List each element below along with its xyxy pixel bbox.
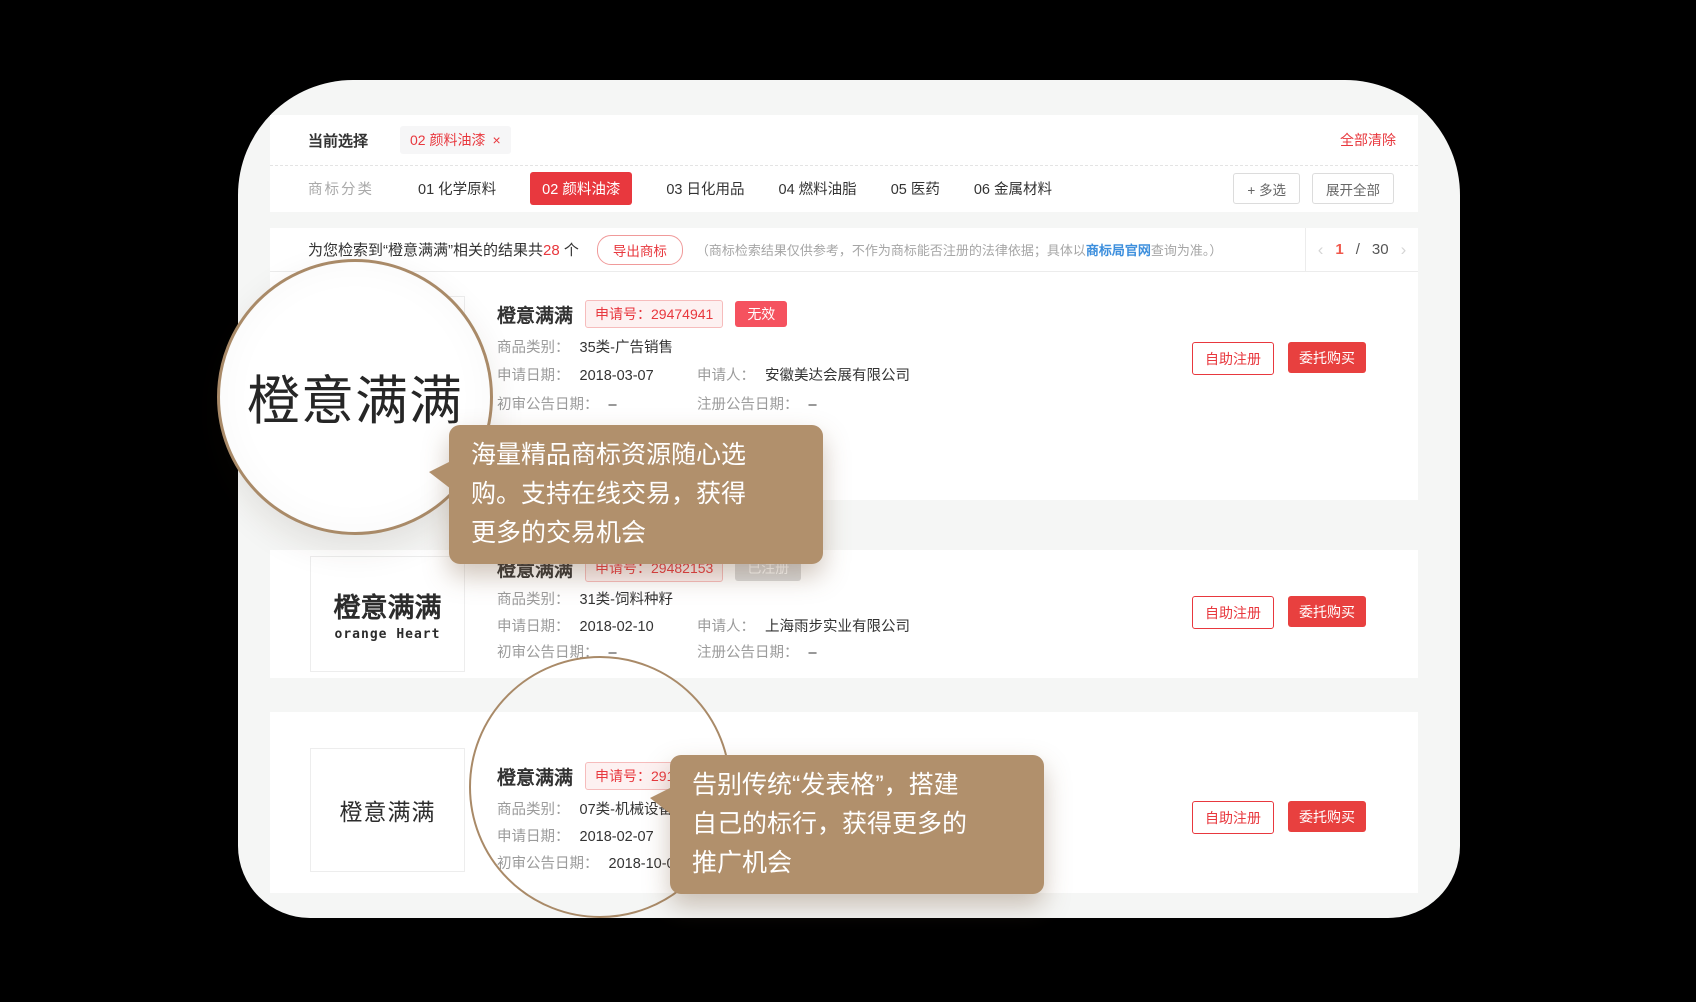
category-item-05[interactable]: 05 医药 xyxy=(891,178,940,199)
prev-page-icon[interactable]: ‹ xyxy=(1318,240,1324,260)
results-summary-suffix: 个 xyxy=(560,242,579,259)
field-value: 2018-02-10 xyxy=(580,619,654,635)
close-icon[interactable]: × xyxy=(492,133,500,147)
screenshot-root: 当前选择 02 颜料油漆 × 全部清除 商标分类 01 化学原料 02 颜料油漆… xyxy=(0,0,1696,1002)
category-row-label: 商标分类 xyxy=(308,178,374,199)
entrust-buy-button[interactable]: 委托购买 xyxy=(1288,596,1366,627)
field-label: 注册公告日期： xyxy=(697,397,799,413)
trademark-name: 橙意满满 xyxy=(497,301,573,328)
field-value: 上海雨步实业有限公司 xyxy=(765,619,910,635)
field-label: 申请日期： xyxy=(497,619,570,635)
entrust-buy-button[interactable]: 委托购买 xyxy=(1288,801,1366,832)
field-label: 申请日期： xyxy=(497,368,570,384)
total-pages: 30 xyxy=(1372,241,1389,258)
category-item-04[interactable]: 04 燃料油脂 xyxy=(779,178,857,199)
export-trademark-button[interactable]: 导出商标 xyxy=(597,235,683,265)
field-reg-notice-date: 注册公告日期：– xyxy=(697,393,817,414)
category-item-06[interactable]: 06 金属材料 xyxy=(974,178,1052,199)
trademark-image-3: 橙意满满 xyxy=(310,748,465,872)
selected-category-tag-label: 02 颜料油漆 xyxy=(410,130,485,150)
results-summary-prefix: 为您检索到“橙意满满”相关的结果共 xyxy=(308,242,543,259)
field-apply-date: 申请日期： 2018-02-10 xyxy=(497,615,654,636)
row-actions: 自助注册 委托购买 xyxy=(1192,342,1366,375)
field-value: 2018-03-07 xyxy=(580,368,654,384)
callout-line: 更多的交易机会 xyxy=(471,514,801,553)
field-first-notice-date: 初审公告日期：– xyxy=(497,393,617,414)
field-value: – xyxy=(809,645,817,661)
category-row: 商标分类 01 化学原料 02 颜料油漆 03 日化用品 04 燃料油脂 05 … xyxy=(270,166,1418,211)
field-category: 商品类别： 31类-饲料种籽 xyxy=(497,588,673,609)
entrust-buy-button[interactable]: 委托购买 xyxy=(1288,342,1366,373)
clear-all-button[interactable]: 全部清除 xyxy=(1340,130,1396,150)
filter-actions: + 多选 展开全部 xyxy=(1233,173,1394,204)
category-item-03[interactable]: 03 日化用品 xyxy=(666,178,744,199)
trademark-mark-text: 橙意满满 xyxy=(340,793,436,827)
current-page: 1 xyxy=(1335,241,1343,258)
field-applicant: 申请人： 安徽美达会展有限公司 xyxy=(697,364,910,385)
field-value: – xyxy=(609,397,617,413)
callout-line: 海量精品商标资源随心选 xyxy=(471,436,801,475)
next-page-icon[interactable]: › xyxy=(1401,240,1407,260)
results-disclaimer: （商标检索结果仅供参考，不作为商标能否注册的法律依据；具体以商标局官网查询为准。… xyxy=(696,240,1223,259)
field-apply-date: 申请日期： 2018-03-07 xyxy=(497,364,654,385)
field-label: 初审公告日期： xyxy=(497,397,599,413)
row-actions: 自助注册 委托购买 xyxy=(1192,801,1366,834)
results-summary: 为您检索到“橙意满满”相关的结果共28 个 xyxy=(308,239,579,260)
field-label: 注册公告日期： xyxy=(697,645,799,661)
current-selection-row: 当前选择 02 颜料油漆 × 全部清除 xyxy=(270,115,1418,166)
trademark-mark-subtext: orange Heart xyxy=(335,627,441,642)
trademark-image-2: 橙意满满 orange Heart xyxy=(310,556,465,672)
callout-tail-icon xyxy=(429,461,451,489)
page-separator: / xyxy=(1356,241,1360,258)
field-label: 商品类别： xyxy=(497,592,570,608)
results-header: 为您检索到“橙意满满”相关的结果共28 个 导出商标 （商标检索结果仅供参考，不… xyxy=(270,228,1418,272)
field-value: 31类-饲料种籽 xyxy=(580,592,673,608)
callout-tail-icon xyxy=(650,787,672,815)
self-register-button[interactable]: 自助注册 xyxy=(1192,801,1274,834)
callout-line: 购。支持在线交易，获得 xyxy=(471,475,801,514)
field-label: 商品类别： xyxy=(497,340,570,356)
callout-line: 推广机会 xyxy=(692,844,1022,883)
self-register-button[interactable]: 自助注册 xyxy=(1192,342,1274,375)
row-actions: 自助注册 委托购买 xyxy=(1192,596,1366,629)
status-badge: 无效 xyxy=(735,301,787,327)
pagination: ‹ 1 / 30 › xyxy=(1305,228,1418,271)
callout-line: 自己的标行，获得更多的 xyxy=(692,805,1022,844)
trademark-mark-text: 橙意满满 xyxy=(334,586,442,625)
self-register-button[interactable]: 自助注册 xyxy=(1192,596,1274,629)
callout-line: 告别传统“发表格”，搭建 xyxy=(692,766,1022,805)
field-value: – xyxy=(809,397,817,413)
field-category: 商品类别： 35类-广告销售 xyxy=(497,336,673,357)
current-selection-label: 当前选择 xyxy=(308,130,368,151)
field-label: 申请人： xyxy=(697,368,755,384)
selected-category-tag[interactable]: 02 颜料油漆 × xyxy=(400,126,511,154)
filter-panel: 当前选择 02 颜料油漆 × 全部清除 商标分类 01 化学原料 02 颜料油漆… xyxy=(270,115,1418,212)
callout-promotion: 告别传统“发表格”，搭建 自己的标行，获得更多的 推广机会 xyxy=(670,755,1044,894)
trademark-title-line: 橙意满满 申请号：29474941 无效 xyxy=(497,300,787,328)
magnified-trademark-text: 橙意满满 xyxy=(247,359,463,435)
multi-select-button[interactable]: + 多选 xyxy=(1233,173,1300,204)
application-number-tag: 申请号：29474941 xyxy=(585,300,723,328)
category-item-01[interactable]: 01 化学原料 xyxy=(418,178,496,199)
field-value: 安徽美达会展有限公司 xyxy=(765,368,910,384)
field-reg-notice-date: 注册公告日期：– xyxy=(697,641,817,662)
trademark-row-2: 橙意满满 orange Heart 橙意满满 申请号：29482153 已注册 … xyxy=(270,550,1418,678)
expand-all-button[interactable]: 展开全部 xyxy=(1312,173,1394,204)
category-item-02-selected[interactable]: 02 颜料油漆 xyxy=(530,172,632,205)
field-label: 申请人： xyxy=(697,619,755,635)
field-applicant: 申请人： 上海雨步实业有限公司 xyxy=(697,615,910,636)
callout-marketplace: 海量精品商标资源随心选 购。支持在线交易，获得 更多的交易机会 xyxy=(449,425,823,564)
results-count: 28 xyxy=(543,242,560,259)
field-value: 35类-广告销售 xyxy=(580,340,673,356)
trademark-office-link[interactable]: 商标局官网 xyxy=(1086,243,1151,258)
disclaimer-prefix: （商标检索结果仅供参考，不作为商标能否注册的法律依据；具体以 xyxy=(696,243,1086,258)
disclaimer-suffix: 查询为准。） xyxy=(1151,243,1223,258)
